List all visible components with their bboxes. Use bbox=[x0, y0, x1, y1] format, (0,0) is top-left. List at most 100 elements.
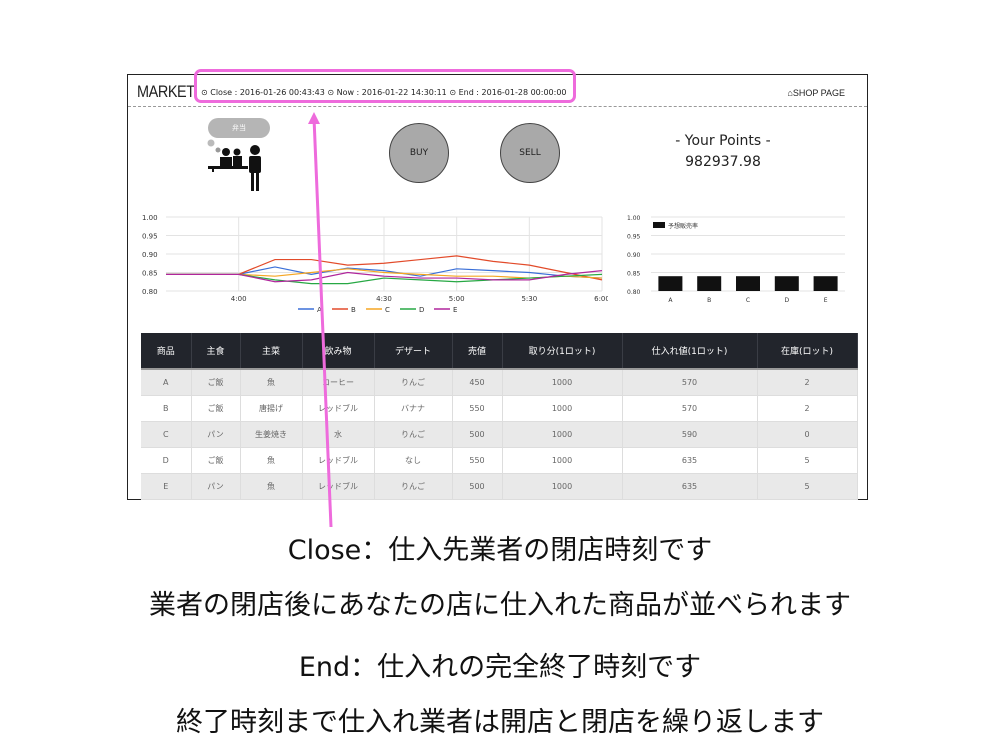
table-cell: 1000 bbox=[502, 368, 623, 396]
y-tick-label: 0.95 bbox=[627, 234, 641, 241]
table-cell: 唐揚げ bbox=[240, 395, 303, 422]
table-cell: 500 bbox=[452, 421, 503, 448]
table-cell: ご飯 bbox=[191, 395, 241, 422]
bar-C bbox=[736, 276, 760, 291]
table-row[interactable]: D ご飯魚レッドブル なし 550 1000 635 5 bbox=[141, 447, 858, 474]
points-title: - Your Points - bbox=[675, 133, 771, 149]
table-row[interactable]: B ご飯 唐揚げ レッドブル バナナ 550 1000 570 2 bbox=[141, 395, 858, 422]
y-tick-label: 0.80 bbox=[627, 289, 641, 296]
y-tick-label: 0.85 bbox=[142, 270, 158, 278]
buy-button[interactable]: BUY bbox=[389, 123, 449, 183]
table-cell: B bbox=[141, 395, 192, 422]
column-header: 商品 bbox=[141, 333, 192, 369]
table-cell: バナナ bbox=[374, 395, 453, 422]
people-at-counter-icon bbox=[207, 139, 261, 191]
legend-label: A bbox=[317, 306, 322, 314]
table-cell: コーヒー bbox=[302, 368, 375, 396]
table-cell: 635 bbox=[622, 473, 758, 500]
table-cell: 500 bbox=[452, 473, 503, 500]
table-cell: 1000 bbox=[502, 421, 623, 448]
x-tick-label: 5:30 bbox=[521, 295, 537, 303]
caption-line-1: Close：仕入先業者の閉店時刻です bbox=[287, 535, 713, 566]
column-header: 主食 bbox=[191, 333, 241, 369]
market-window: MARKET ⊙ Close : 2016-01-26 00:43:43 ⊙ N… bbox=[127, 74, 868, 500]
x-tick-label: C bbox=[746, 297, 750, 304]
table-cell: D bbox=[141, 447, 192, 474]
legend-label: C bbox=[385, 306, 390, 314]
table-cell: なし bbox=[374, 447, 453, 474]
column-header: 主菜 bbox=[240, 333, 303, 369]
brand-logo[interactable]: MARKET bbox=[137, 82, 195, 102]
column-header: デザート bbox=[374, 333, 453, 369]
table-row[interactable]: C パン 生姜焼き水りんご 500 1000 590 0 bbox=[141, 421, 858, 448]
table-cell: パン bbox=[191, 421, 241, 448]
points-value: 982937.98 bbox=[685, 154, 761, 170]
table-cell: 2 bbox=[757, 368, 858, 396]
table-cell: 450 bbox=[452, 368, 503, 396]
x-tick-label: 4:30 bbox=[376, 295, 392, 303]
table-row[interactable]: E パン魚レッドブル りんご 500 1000 635 5 bbox=[141, 473, 858, 500]
sales-rate-bar-chart: 1.00 0.95 0.90 0.85 0.80 予想販売率 A B C D E bbox=[627, 215, 845, 304]
table-cell: レッドブル bbox=[302, 447, 375, 474]
table-cell: レッドブル bbox=[302, 395, 375, 422]
y-tick-label: 1.00 bbox=[142, 214, 158, 222]
y-tick-label: 1.00 bbox=[627, 215, 641, 222]
x-tick-label: 5:00 bbox=[449, 295, 465, 303]
x-tick-label: 6:00 bbox=[594, 295, 608, 303]
y-tick-label: 0.80 bbox=[142, 288, 158, 296]
bar-B bbox=[697, 276, 722, 291]
table-cell: 5 bbox=[757, 473, 858, 500]
table-cell: 550 bbox=[452, 447, 503, 474]
column-header: 在庫(ロット) bbox=[757, 333, 858, 369]
table-cell: 0 bbox=[757, 421, 858, 448]
time-highlight-box bbox=[194, 69, 576, 103]
table-cell: E bbox=[141, 473, 192, 500]
table-cell: りんご bbox=[374, 421, 453, 448]
table-cell: 水 bbox=[302, 421, 375, 448]
table-cell: パン bbox=[191, 473, 241, 500]
legend-label: E bbox=[453, 306, 457, 314]
column-header: 取り分(1ロット) bbox=[502, 333, 623, 369]
y-tick-label: 0.95 bbox=[142, 233, 158, 241]
price-line-chart: 1.00 0.95 0.90 0.85 0.80 4:00 4:30 5:00 5:30 6:00… bbox=[142, 214, 608, 314]
table-cell: 1000 bbox=[502, 447, 623, 474]
table-cell: 魚 bbox=[240, 368, 303, 396]
bar-E bbox=[813, 276, 838, 291]
table-cell: C bbox=[141, 421, 192, 448]
bar-A bbox=[658, 276, 683, 291]
table-row[interactable]: A ご飯魚コーヒー りんご 450 1000 570 2 bbox=[141, 368, 858, 396]
sell-button[interactable]: SELL bbox=[500, 123, 560, 183]
y-tick-label: 0.85 bbox=[627, 271, 641, 278]
table-cell: レッドブル bbox=[302, 473, 375, 500]
legend-label: B bbox=[351, 306, 356, 314]
column-header: 飲み物 bbox=[302, 333, 375, 369]
legend-label: 予想販売率 bbox=[668, 222, 698, 230]
bento-badge: 弁当 bbox=[208, 118, 270, 138]
x-tick-label: B bbox=[707, 297, 711, 304]
table-cell: ご飯 bbox=[191, 368, 241, 396]
table-cell: 生姜焼き bbox=[240, 421, 303, 448]
table-cell: 2 bbox=[757, 395, 858, 422]
table-cell: 570 bbox=[622, 395, 758, 422]
bar-D bbox=[774, 276, 799, 291]
table-cell: りんご bbox=[374, 368, 453, 396]
legend-swatch bbox=[653, 222, 665, 228]
table-header-row: 商品 主食 主菜 飲み物 デザート 売値 取り分(1ロット) 仕入れ値(1ロット) 在庫(ロット… bbox=[141, 333, 858, 369]
table-cell: 魚 bbox=[240, 473, 303, 500]
table-cell: A bbox=[141, 368, 192, 396]
x-tick-label: 4:00 bbox=[231, 295, 247, 303]
table-cell: 550 bbox=[452, 395, 503, 422]
table-cell: 1000 bbox=[502, 395, 623, 422]
legend-label: D bbox=[419, 306, 424, 314]
table-cell: 魚 bbox=[240, 447, 303, 474]
table-cell: 1000 bbox=[502, 473, 623, 500]
column-header: 仕入れ値(1ロット) bbox=[622, 333, 758, 369]
shop-page-link[interactable]: ⌂SHOP PAGE bbox=[787, 88, 845, 98]
caption-line-4: 終了時刻まで仕入れ業者は開店と閉店を繰り返します bbox=[176, 707, 824, 738]
shop-page-label: SHOP PAGE bbox=[792, 88, 845, 98]
column-header: 売値 bbox=[452, 333, 503, 369]
x-tick-label: A bbox=[668, 297, 673, 304]
product-table: 商品 主食 主菜 飲み物 デザート 売値 取り分(1ロット) 仕入れ値(1ロット) 在庫(ロット… bbox=[141, 333, 858, 500]
y-tick-label: 0.90 bbox=[142, 251, 158, 259]
x-tick-label: D bbox=[784, 297, 789, 304]
